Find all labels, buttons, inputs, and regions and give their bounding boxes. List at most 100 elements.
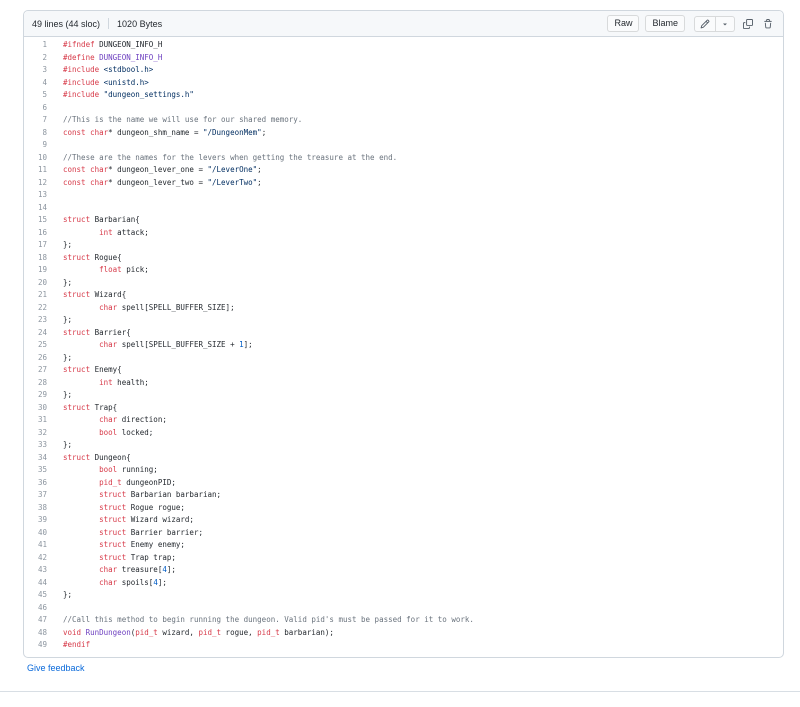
file-size-info: 1020 Bytes bbox=[117, 18, 163, 29]
code-line-text: }; bbox=[63, 590, 73, 599]
line-number[interactable]: 17 bbox=[24, 239, 47, 252]
line-number[interactable]: 39 bbox=[24, 514, 47, 527]
code-line-text: struct Enemy enemy; bbox=[99, 540, 185, 549]
code-line-row: 44 char spoils[4]; bbox=[24, 577, 783, 590]
code-line-row: 32 bool locked; bbox=[24, 427, 783, 440]
code-line-row: 48 void RunDungeon(pid_t wizard, pid_t ro… bbox=[24, 627, 783, 640]
line-number[interactable]: 32 bbox=[24, 427, 47, 440]
line-number[interactable]: 21 bbox=[24, 289, 47, 302]
line-number[interactable]: 8 bbox=[24, 127, 47, 140]
edit-button[interactable] bbox=[695, 17, 715, 31]
line-number[interactable]: 19 bbox=[24, 264, 47, 277]
file-info: 49 lines (44 sloc) 1020 Bytes bbox=[32, 18, 162, 29]
line-number[interactable]: 48 bbox=[24, 627, 47, 640]
line-number[interactable]: 40 bbox=[24, 527, 47, 540]
line-number[interactable]: 20 bbox=[24, 277, 47, 290]
code-line-row: 1 #ifndef DUNGEON_INFO_H bbox=[24, 39, 783, 52]
code-line-text: #include <unistd.h> bbox=[63, 77, 149, 87]
code-line-text: struct Barrier barrier; bbox=[99, 527, 203, 537]
line-number[interactable]: 37 bbox=[24, 489, 47, 502]
line-number[interactable]: 11 bbox=[24, 164, 47, 177]
line-number[interactable]: 4 bbox=[24, 77, 47, 90]
page-footer-divider bbox=[0, 691, 800, 692]
line-number[interactable]: 38 bbox=[24, 502, 47, 515]
copy-icon bbox=[743, 18, 753, 29]
code-line-text: struct Rogue rogue; bbox=[99, 502, 185, 512]
code-line-text: const char* dungeon_lever_one = "/LeverO… bbox=[63, 165, 262, 174]
line-number[interactable]: 10 bbox=[24, 152, 47, 165]
line-number[interactable]: 5 bbox=[24, 89, 47, 102]
line-number[interactable]: 14 bbox=[24, 202, 47, 215]
line-number[interactable]: 47 bbox=[24, 614, 47, 627]
line-number[interactable]: 49 bbox=[24, 639, 47, 652]
code-line-text: int health; bbox=[99, 377, 149, 387]
line-number[interactable]: 27 bbox=[24, 364, 47, 377]
line-number[interactable]: 9 bbox=[24, 139, 47, 152]
line-number[interactable]: 26 bbox=[24, 352, 47, 365]
file-header: 49 lines (44 sloc) 1020 Bytes Raw Blame bbox=[24, 11, 783, 37]
code-line-text: struct Wizard{ bbox=[63, 290, 127, 299]
code-line-row: 7 //This is the name we will use for our … bbox=[24, 114, 783, 127]
code-line-text: struct Barbarian{ bbox=[63, 215, 140, 224]
code-line-row: 27 struct Enemy{ bbox=[24, 364, 783, 377]
line-number[interactable]: 35 bbox=[24, 464, 47, 477]
give-feedback-link[interactable]: Give feedback bbox=[27, 663, 85, 673]
code-line-row: 24 struct Barrier{ bbox=[24, 327, 783, 340]
line-number[interactable]: 30 bbox=[24, 402, 47, 415]
code-line-text: int attack; bbox=[99, 227, 149, 237]
copy-button[interactable] bbox=[741, 17, 755, 31]
line-number[interactable]: 15 bbox=[24, 214, 47, 227]
line-number[interactable]: 2 bbox=[24, 52, 47, 65]
blame-button[interactable]: Blame bbox=[645, 14, 685, 33]
line-number[interactable]: 23 bbox=[24, 314, 47, 327]
line-number[interactable]: 36 bbox=[24, 477, 47, 490]
code-line-text: }; bbox=[63, 277, 73, 287]
line-number[interactable]: 24 bbox=[24, 327, 47, 340]
code-line-row: 45}; bbox=[24, 589, 783, 602]
code-line-row: 39 struct Wizard wizard; bbox=[24, 514, 783, 527]
line-number[interactable]: 42 bbox=[24, 552, 47, 565]
line-number[interactable]: 6 bbox=[24, 102, 47, 115]
line-number[interactable]: 22 bbox=[24, 302, 47, 315]
code-line-text: char direction; bbox=[99, 415, 167, 424]
code-line-row: 49 #endif bbox=[24, 639, 783, 652]
line-number[interactable]: 16 bbox=[24, 227, 47, 240]
code-line-row: 15 struct Barbarian{ bbox=[24, 214, 783, 227]
line-number[interactable]: 44 bbox=[24, 577, 47, 590]
code-line-row: 3 #include <stdbool.h> bbox=[24, 64, 783, 77]
code-line-text: bool locked; bbox=[99, 427, 154, 437]
line-number[interactable]: 12 bbox=[24, 177, 47, 190]
line-number[interactable]: 43 bbox=[24, 564, 47, 577]
line-number[interactable]: 7 bbox=[24, 114, 47, 127]
code-line-text: }; bbox=[63, 440, 73, 449]
line-number[interactable]: 31 bbox=[24, 414, 47, 427]
line-number[interactable]: 33 bbox=[24, 439, 47, 452]
code-line-text: void RunDungeon(pid_t wizard, pid_t rogu… bbox=[63, 627, 334, 637]
code-line-text: struct Rogue{ bbox=[63, 252, 122, 262]
delete-button[interactable] bbox=[761, 17, 775, 31]
line-number[interactable]: 34 bbox=[24, 452, 47, 465]
line-number[interactable]: 25 bbox=[24, 339, 47, 352]
code-line-row: 13 bbox=[24, 189, 783, 202]
line-number[interactable]: 13 bbox=[24, 189, 47, 202]
edit-dropdown-button[interactable] bbox=[715, 16, 734, 31]
code-line-text: struct Trap{ bbox=[63, 402, 118, 412]
line-number[interactable]: 3 bbox=[24, 64, 47, 77]
code-line-row: 19 float pick; bbox=[24, 264, 783, 277]
line-number[interactable]: 41 bbox=[24, 539, 47, 552]
line-number[interactable]: 29 bbox=[24, 389, 47, 402]
code-line-row: 36 pid_t dungeonPID; bbox=[24, 477, 783, 490]
code-line-row: 31 char direction; bbox=[24, 414, 783, 427]
line-number[interactable]: 1 bbox=[24, 39, 47, 52]
line-number[interactable]: 45 bbox=[24, 589, 47, 602]
code-line-text: #include "dungeon_settings.h" bbox=[63, 90, 194, 99]
line-number[interactable]: 28 bbox=[24, 377, 47, 390]
code-line-text: char spoils[4]; bbox=[99, 577, 167, 587]
code-line-text: #endif bbox=[63, 640, 91, 649]
line-number[interactable]: 46 bbox=[24, 602, 47, 615]
code-line-text: }; bbox=[63, 390, 73, 399]
raw-button[interactable]: Raw bbox=[607, 14, 640, 33]
code-line-row: 41 struct Enemy enemy; bbox=[24, 539, 783, 552]
line-number[interactable]: 18 bbox=[24, 252, 47, 265]
